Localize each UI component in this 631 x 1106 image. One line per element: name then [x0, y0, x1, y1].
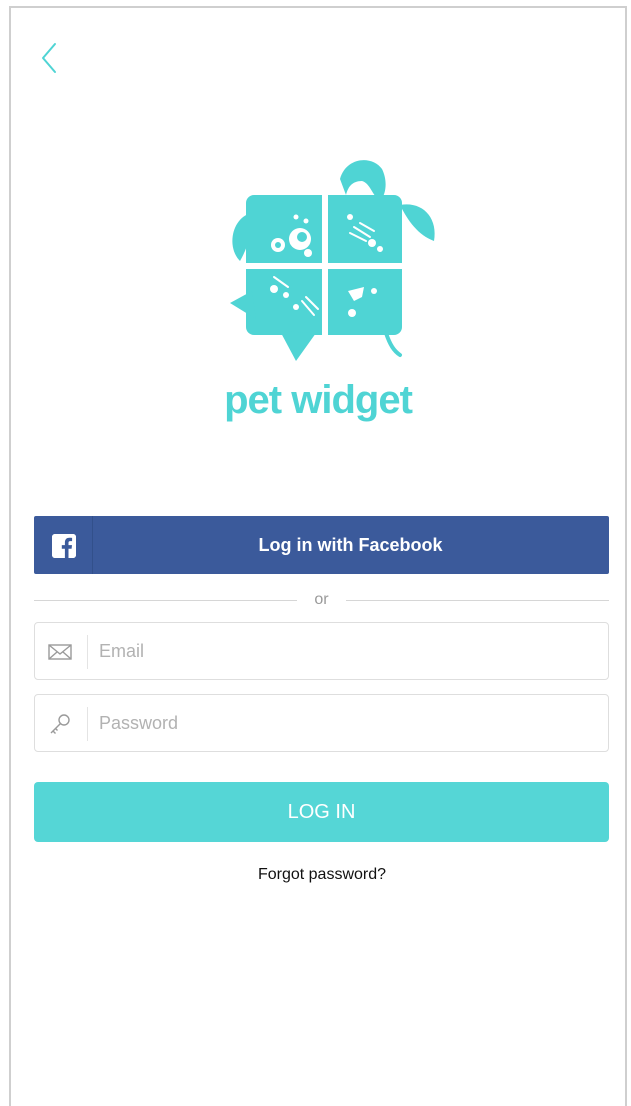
pet-widget-logo-icon — [230, 160, 435, 361]
back-button[interactable] — [37, 40, 61, 76]
email-field[interactable] — [34, 622, 609, 680]
facebook-login-label: Log in with Facebook — [258, 535, 443, 555]
login-screen: pet widget Log in with Facebook or Email… — [9, 6, 627, 1106]
divider-line-right — [346, 600, 609, 601]
field-separator — [87, 707, 88, 741]
forgot-password-link[interactable]: Forgot password? — [11, 866, 631, 884]
login-button[interactable]: LOG IN — [34, 782, 609, 842]
field-separator — [87, 635, 88, 669]
key-icon — [50, 714, 70, 734]
facebook-icon — [52, 534, 76, 558]
envelope-icon — [48, 644, 72, 660]
chevron-left-icon — [42, 43, 56, 73]
or-divider: or — [34, 588, 609, 612]
password-input[interactable] — [99, 695, 589, 751]
password-field[interactable] — [34, 694, 609, 752]
app-name: pet widget — [224, 378, 413, 422]
facebook-icon-wrap — [34, 516, 93, 574]
email-input[interactable] — [99, 623, 589, 679]
facebook-login-button[interactable]: Log in with Facebook — [34, 516, 609, 574]
